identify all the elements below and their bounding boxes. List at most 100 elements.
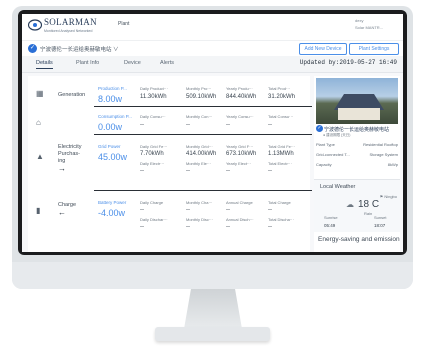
weather-temperature: 18 C [358, 199, 380, 210]
monthly-discharge-value: -- [186, 224, 190, 230]
plant-settings-button[interactable]: Plant Settings [349, 43, 399, 55]
plant-bar: ✓ 宁波德伦一长运给奥赫敏电站 ∨ Add New Device Plant S… [22, 40, 403, 57]
total-production-label: Total Prod··· [268, 86, 291, 91]
brand-name: SOLARMAN [44, 17, 97, 27]
row-divider [94, 190, 312, 191]
monthly-production-label: Monthly Pro··· [186, 86, 212, 91]
rain-cloud-icon: ☁ [346, 200, 354, 209]
tab-details[interactable]: Details [36, 60, 53, 69]
plant-photo[interactable] [316, 78, 398, 124]
tab-plant-info[interactable]: Plant Info [76, 60, 99, 66]
arrow-left-icon: ← [58, 208, 66, 217]
monthly-charge-value: -- [186, 207, 190, 213]
check-icon: ✓ [28, 44, 37, 53]
sunrise-time: 05:49 [324, 223, 336, 228]
battery-power-value: -4.00w [98, 208, 126, 218]
tab-alerts[interactable]: Alerts [160, 60, 174, 66]
daily-discharge-value: -- [140, 224, 144, 230]
yearly-electricity-value: -- [226, 168, 230, 174]
yearly-consumption-label: Yearly Consu··· [226, 114, 254, 119]
row-divider [94, 106, 312, 107]
monthly-production-value: 509.10kWh [186, 94, 217, 100]
monitor-chin [12, 262, 413, 289]
updated-timestamp: Updated by:2019-05-27 16:49 [299, 59, 397, 66]
sunset-time: 18:07 [374, 223, 386, 228]
sunset-label: Sunset [374, 215, 387, 220]
yearly-production-value: 844.40kWh [226, 94, 257, 100]
tab-bar: Details Plant Info Device Alerts Updated… [22, 56, 403, 73]
daily-grid-feed-value: 7.70kWh [140, 151, 164, 157]
photo-house [338, 108, 380, 120]
grid-power-value: 45.00w [98, 152, 128, 162]
yearly-consumption-value: -- [226, 122, 230, 128]
arrow-right-icon: → [58, 164, 66, 173]
generation-label: Generation [58, 92, 86, 98]
daily-electricity-label: Daily Electr··· [140, 161, 165, 166]
total-electricity-value: -- [268, 168, 272, 174]
daily-charge-value: -- [140, 207, 144, 213]
power-tower-icon: ▲ [36, 152, 44, 161]
monthly-consumption-value: -- [186, 122, 190, 128]
daily-production-value: 11.30kWh [140, 94, 167, 100]
plant-type-value: Residential Rooftop [363, 142, 398, 147]
check-icon: ✓ [316, 125, 323, 132]
plant-subtitle: ● 建设期限 (天日) [323, 133, 351, 137]
yearly-electricity-label: Yearly Elect··· [226, 161, 251, 166]
tab-device[interactable]: Device [124, 60, 141, 66]
monthly-charge-label: Monthly Cha··· [186, 200, 213, 205]
plant-type-label: Plant Type [316, 142, 335, 147]
weather-card: Local Weather ⚑ Ningbo ☁ 18 C Rain Sunri… [314, 179, 400, 232]
daily-consumption-label: Daily Consu··· [140, 114, 166, 119]
solarman-logo-icon [28, 19, 42, 31]
annual-charge-value: -- [226, 207, 230, 213]
annual-discharge-value: -- [226, 224, 230, 230]
total-consumption-label: Total Consu··· [268, 114, 294, 119]
energy-flow-panel: ▦ Generation Production P... 8.00w Daily… [28, 76, 312, 252]
plant-title: 宁波德伦一长运给奥赫敏电站 [324, 127, 390, 133]
yearly-grid-feed-value: 673.10kWh [226, 151, 257, 157]
battery-row: ▮ Charge ← Battery Power -4.00w Daily Ch… [28, 194, 310, 242]
monthly-grid-feed-label: Monthly Grid··· [186, 144, 213, 149]
plant-selector[interactable]: 宁波德伦一长运给奥赫敏电站 ∨ [40, 45, 119, 53]
total-charge-label: Total Charge [268, 200, 291, 205]
weather-city: ⚑ Ningbo [379, 194, 397, 199]
user-name[interactable]: dexy [355, 18, 363, 23]
total-discharge-value: -- [268, 224, 272, 230]
battery-icon: ▮ [36, 206, 41, 215]
total-consumption-value: -- [268, 122, 272, 128]
annual-charge-label: Annual Charge [226, 200, 253, 205]
monthly-discharge-label: Monthly Disc··· [186, 217, 213, 222]
sunrise-label: Sunrise [324, 215, 338, 220]
grid-row: ▲ Electricity Purchas- ing → Grid Power … [28, 138, 310, 186]
brand-tagline: Monitored Analysed Networked [44, 29, 93, 33]
nav-plant[interactable]: Plant [118, 21, 129, 27]
capacity-label: Capacity [316, 162, 332, 167]
monitor-stand-neck [184, 289, 242, 329]
grid-type-label: Grid-connected T... [316, 152, 350, 157]
monthly-electricity-label: Monthly Ele··· [186, 161, 211, 166]
battery-power-label: Battery Power [98, 200, 127, 205]
plant-sidebar: ✓ 宁波德伦一长运给奥赫敏电站 ● 建设期限 (天日) Plant Type R… [314, 76, 400, 252]
daily-consumption-value: -- [140, 122, 144, 128]
slogan-text: Energy-saving and emission [318, 236, 400, 243]
monthly-electricity-value: -- [186, 168, 190, 174]
grid-type-row: Grid-connected T... Storage System [316, 152, 398, 157]
weather-condition: Rain [364, 211, 373, 216]
plant-type-row: Plant Type Residential Rooftop [316, 142, 398, 147]
consumption-power-label: Consumption P... [98, 114, 132, 119]
total-charge-value: -- [268, 207, 272, 213]
daily-charge-label: Daily Charge [140, 200, 164, 205]
daily-discharge-label: Daily Dischar··· [140, 217, 168, 222]
grid-type-value: Storage System [369, 152, 398, 157]
monthly-grid-feed-value: 414.00kWh [186, 151, 217, 157]
grid-power-label: Grid Power [98, 144, 121, 149]
user-org[interactable]: Solar MANTR... [355, 25, 383, 30]
home-icon: ⌂ [36, 118, 41, 127]
yearly-production-label: Yearly Produ··· [226, 86, 253, 91]
daily-electricity-value: -- [140, 168, 144, 174]
row-divider [94, 134, 312, 135]
monthly-consumption-label: Monthly Con··· [186, 114, 213, 119]
total-discharge-label: Total Discha··· [268, 217, 294, 222]
add-device-button[interactable]: Add New Device [299, 43, 347, 55]
monitor-stand-foot [155, 327, 270, 341]
